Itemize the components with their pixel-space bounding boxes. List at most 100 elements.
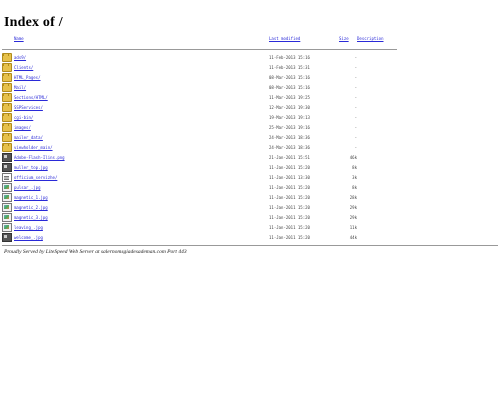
entry-size: 29k xyxy=(349,204,357,210)
entry-last-modified: 24-Mar-2013 18:36 xyxy=(269,134,310,140)
table-row: Sections/HTML/11-Mar-2013 19:25 - xyxy=(2,92,397,102)
entry-last-modified: 11-Jan-2011 15:20 xyxy=(269,164,310,170)
folder-icon xyxy=(2,52,12,62)
entry-description xyxy=(357,122,397,132)
entry-link[interactable]: ads9/ xyxy=(14,55,26,60)
entry-link[interactable]: pulsar_.jpg xyxy=(14,185,41,190)
entry-last-modified: 21-Jan-2011 15:51 xyxy=(269,154,310,160)
entry-size: - xyxy=(354,74,357,80)
folder-icon xyxy=(2,112,12,122)
table-row: muller_top.jpg 11-Jan-2011 15:20 8k xyxy=(2,162,397,172)
sort-by-description-link[interactable]: Description xyxy=(357,36,384,41)
row-icon-cell xyxy=(2,52,14,62)
entry-link[interactable]: magnetic_2.jpg xyxy=(14,205,48,210)
table-row: magnetic_3.jpg 11-Jan-2011 15:20 29k xyxy=(2,212,397,222)
entry-description xyxy=(357,152,397,162)
entry-last-modified: 11-Mar-2013 19:25 xyxy=(269,94,310,100)
folder-icon xyxy=(2,132,12,142)
entry-link[interactable]: viewholder_main/ xyxy=(14,145,53,150)
image-icon xyxy=(2,153,12,162)
entry-size: - xyxy=(354,134,357,140)
folder-icon xyxy=(2,62,12,72)
entry-size: - xyxy=(354,94,357,100)
sort-by-last-modified-link[interactable]: Last modified xyxy=(269,36,300,41)
entry-link[interactable]: Clients/ xyxy=(14,65,33,70)
directory-listing: Name Last modified Size Description ads9… xyxy=(2,33,397,242)
entry-size: 44k xyxy=(349,234,357,240)
entry-size: 3k xyxy=(352,174,357,180)
entry-description xyxy=(357,192,397,202)
entry-description xyxy=(357,222,397,232)
image-icon xyxy=(2,163,12,172)
row-icon-cell xyxy=(2,232,14,242)
entry-size: - xyxy=(354,114,357,120)
row-icon-cell xyxy=(2,142,14,152)
entry-link[interactable]: magnetic_1.jpg xyxy=(14,195,48,200)
server-signature: Proudly Served by LiteSpeed Web Server a… xyxy=(4,249,187,255)
table-row: viewholder_main/24-Mar-2013 18:36 - xyxy=(2,142,397,152)
entry-last-modified: 11-Jan-2011 15:20 xyxy=(269,204,310,210)
entry-link[interactable]: leaving_.jpg xyxy=(14,225,43,230)
entry-link[interactable]: cgi-bin/ xyxy=(14,115,33,120)
entry-link[interactable]: Sections/HTML/ xyxy=(14,95,48,100)
entry-link[interactable]: magnetic_3.jpg xyxy=(14,215,48,220)
row-icon-cell xyxy=(2,182,14,192)
text-icon xyxy=(2,173,12,182)
table-row: Clients/11-Feb-2013 15:31 - xyxy=(2,62,397,72)
file-icon xyxy=(2,203,12,212)
sort-by-size-link[interactable]: Size xyxy=(339,36,349,41)
entry-size: - xyxy=(354,84,357,90)
entry-last-modified: 24-Mar-2013 18:36 xyxy=(269,144,310,150)
table-row: leaving_.jpg 11-Jan-2011 15:20 11k xyxy=(2,222,397,232)
table-row: HTML_Pages/08-Mar-2013 15:16 - xyxy=(2,72,397,82)
entry-description xyxy=(357,142,397,152)
entry-link[interactable]: SSPServices/ xyxy=(14,105,43,110)
sort-by-name-link[interactable]: Name xyxy=(14,36,24,41)
table-row: ads9/11-Feb-2013 15:16 - xyxy=(2,52,397,62)
row-icon-cell xyxy=(2,72,14,82)
entry-size: 11k xyxy=(349,224,357,230)
row-icon-cell xyxy=(2,212,14,222)
table-row: cgi-bin/19-Mar-2013 19:13 - xyxy=(2,112,397,122)
entry-last-modified: 11-Feb-2013 15:31 xyxy=(269,64,310,70)
row-icon-cell xyxy=(2,132,14,142)
footer-divider xyxy=(2,245,498,246)
row-icon-cell xyxy=(2,102,14,112)
file-icon xyxy=(2,213,12,222)
entry-last-modified: 08-Mar-2013 15:16 xyxy=(269,74,310,80)
entry-last-modified: 11-Jan-2011 15:20 xyxy=(269,184,310,190)
entry-size: 46k xyxy=(349,154,357,160)
entry-description xyxy=(357,232,397,242)
table-row: officium_servizhe/11-Jan-2011 13:30 3k xyxy=(2,172,397,182)
entry-description xyxy=(357,102,397,112)
table-row: magnetic_1.jpg 11-Jan-2011 15:20 28k xyxy=(2,192,397,202)
entry-size: - xyxy=(354,104,357,110)
entry-link[interactable]: Adobe-Flash-Ilins.png xyxy=(14,155,65,160)
table-row: Mail/08-Mar-2013 15:16 - xyxy=(2,82,397,92)
entry-link[interactable]: images/ xyxy=(14,125,31,130)
row-icon-cell xyxy=(2,222,14,232)
entry-link[interactable]: HTML_Pages/ xyxy=(14,75,41,80)
entry-size: 28k xyxy=(349,194,357,200)
table-row: welcome_.jpg 11-Jan-2011 15:20 44k xyxy=(2,232,397,242)
header-icon-cell xyxy=(2,33,14,43)
row-icon-cell xyxy=(2,62,14,72)
folder-icon xyxy=(2,122,12,132)
row-icon-cell xyxy=(2,112,14,122)
header-divider xyxy=(2,43,397,52)
row-icon-cell xyxy=(2,202,14,212)
entry-description xyxy=(357,92,397,102)
entry-link[interactable]: muller_top.jpg xyxy=(14,165,48,170)
entry-size: 8k xyxy=(352,164,357,170)
page-title: Index of / xyxy=(4,15,63,31)
entry-last-modified: 11-Jan-2011 15:20 xyxy=(269,234,310,240)
entry-link[interactable]: mailer_data/ xyxy=(14,135,43,140)
folder-icon xyxy=(2,92,12,102)
entry-description xyxy=(357,212,397,222)
entry-last-modified: 11-Jan-2011 15:20 xyxy=(269,224,310,230)
entry-description xyxy=(357,72,397,82)
entry-link[interactable]: officium_servizhe/ xyxy=(14,175,57,180)
entry-link[interactable]: Mail/ xyxy=(14,85,26,90)
entry-link[interactable]: welcome_.jpg xyxy=(14,235,43,240)
folder-icon xyxy=(2,142,12,152)
